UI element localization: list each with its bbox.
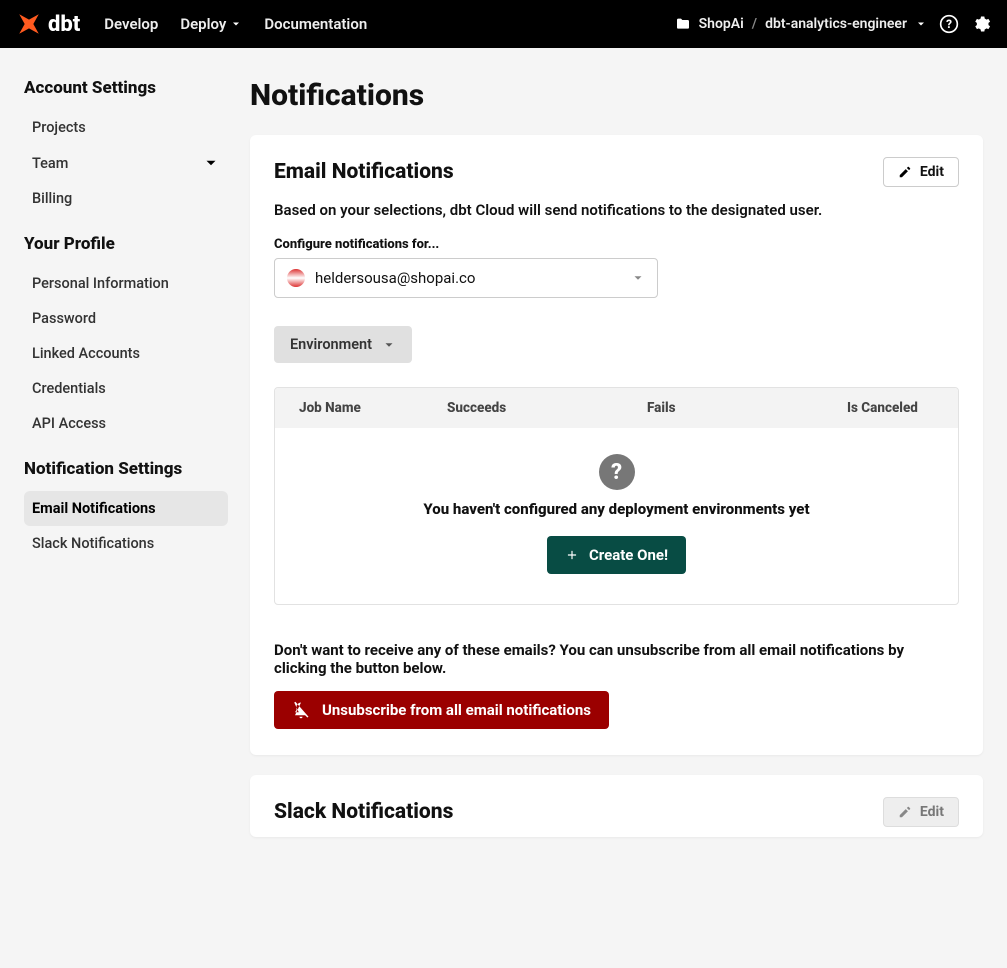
email-card-description: Based on your selections, dbt Cloud will… — [274, 201, 959, 219]
brand-text: dbt — [48, 12, 80, 37]
card-header: Slack Notifications Edit — [274, 797, 959, 827]
configure-label: Configure notifications for... — [274, 237, 959, 252]
pencil-icon — [898, 805, 912, 819]
edit-email-button[interactable]: Edit — [883, 157, 959, 187]
th-fails: Fails — [647, 400, 847, 416]
chevron-down-icon — [202, 154, 220, 172]
user-select[interactable]: heldersousa@shopai.co — [274, 258, 658, 298]
sidebar-item-team[interactable]: Team — [24, 145, 228, 181]
sidebar-item-api[interactable]: API Access — [24, 406, 228, 441]
th-job-name: Job Name — [299, 400, 447, 416]
unsubscribe-button[interactable]: Unsubscribe from all email notifications — [274, 691, 609, 729]
edit-label: Edit — [920, 804, 944, 820]
question-circle-icon: ? — [599, 454, 635, 490]
sidebar-heading-notifications: Notification Settings — [24, 459, 228, 479]
empty-message: You haven't configured any deployment en… — [423, 500, 809, 518]
plus-icon — [565, 548, 579, 562]
email-card-title: Email Notifications — [274, 160, 454, 184]
unsubscribe-label: Unsubscribe from all email notifications — [322, 701, 591, 719]
sidebar-item-slack-notifications[interactable]: Slack Notifications — [24, 526, 228, 561]
sidebar: Account Settings Projects Team Billing Y… — [0, 48, 240, 897]
avatar-icon — [287, 269, 305, 287]
breadcrumb-account: ShopAi — [699, 16, 744, 32]
chevron-down-icon — [382, 338, 396, 352]
sidebar-item-password[interactable]: Password — [24, 301, 228, 336]
page-title: Notifications — [250, 78, 983, 113]
topbar-right: ShopAi / dbt-analytics-engineer ? — [675, 14, 991, 34]
logo[interactable]: dbt — [16, 11, 80, 37]
email-notifications-card: Email Notifications Edit Based on your s… — [250, 135, 983, 755]
env-label: Environment — [290, 336, 372, 353]
table-header: Job Name Succeeds Fails Is Canceled — [275, 388, 958, 428]
th-succeeds: Succeeds — [447, 400, 647, 416]
edit-slack-button: Edit — [883, 797, 959, 827]
topbar: dbt Develop Deploy Documentation ShopAi … — [0, 0, 1007, 48]
create-environment-button[interactable]: Create One! — [547, 536, 686, 574]
settings-button[interactable] — [971, 14, 991, 34]
gear-icon — [971, 14, 991, 34]
main-content: Notifications Email Notifications Edit B… — [240, 48, 1007, 897]
chevron-down-icon — [631, 271, 645, 285]
card-header: Email Notifications Edit — [274, 157, 959, 187]
bell-slash-icon — [292, 701, 310, 719]
unsubscribe-text: Don't want to receive any of these email… — [274, 641, 959, 677]
sidebar-heading-profile: Your Profile — [24, 234, 228, 254]
page-layout: Account Settings Projects Team Billing Y… — [0, 48, 1007, 897]
breadcrumb-project: dbt-analytics-engineer — [765, 16, 907, 32]
pencil-icon — [898, 165, 912, 179]
nav-documentation[interactable]: Documentation — [264, 15, 367, 33]
jobs-table: Job Name Succeeds Fails Is Canceled ? Yo… — [274, 387, 959, 605]
chevron-down-icon — [915, 18, 927, 30]
sidebar-item-billing[interactable]: Billing — [24, 181, 228, 216]
user-email: heldersousa@shopai.co — [315, 269, 475, 287]
edit-label: Edit — [920, 164, 944, 180]
nav-develop[interactable]: Develop — [104, 15, 158, 33]
chevron-down-icon — [230, 18, 242, 30]
sidebar-item-linked[interactable]: Linked Accounts — [24, 336, 228, 371]
th-canceled: Is Canceled — [847, 400, 934, 416]
create-label: Create One! — [589, 546, 668, 564]
slack-card-title: Slack Notifications — [274, 800, 453, 824]
sidebar-item-credentials[interactable]: Credentials — [24, 371, 228, 406]
breadcrumb-separator: / — [752, 16, 757, 32]
sidebar-heading-account: Account Settings — [24, 78, 228, 98]
help-icon: ? — [939, 14, 959, 34]
sidebar-item-email-notifications[interactable]: Email Notifications — [24, 491, 228, 526]
help-button[interactable]: ? — [939, 14, 959, 34]
table-empty-state: ? You haven't configured any deployment … — [275, 428, 958, 604]
nav-links: Develop Deploy Documentation — [104, 15, 367, 33]
dbt-logo-icon — [16, 11, 42, 37]
svg-text:?: ? — [946, 17, 952, 31]
folder-icon — [675, 16, 691, 32]
sidebar-item-projects[interactable]: Projects — [24, 110, 228, 145]
sidebar-item-personal[interactable]: Personal Information — [24, 266, 228, 301]
nav-deploy[interactable]: Deploy — [180, 15, 242, 33]
environment-dropdown[interactable]: Environment — [274, 326, 412, 363]
slack-notifications-card: Slack Notifications Edit — [250, 775, 983, 837]
breadcrumb[interactable]: ShopAi / dbt-analytics-engineer — [675, 16, 927, 32]
